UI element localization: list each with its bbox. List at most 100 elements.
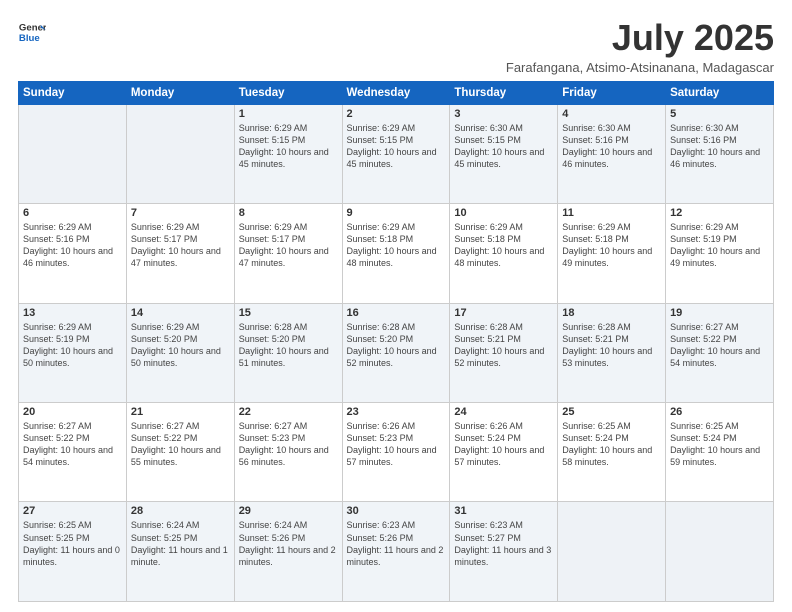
day-number: 14 bbox=[131, 307, 230, 319]
day-info: Sunrise: 6:29 AM Sunset: 5:15 PM Dayligh… bbox=[347, 122, 446, 171]
col-monday: Monday bbox=[126, 81, 234, 104]
day-number: 22 bbox=[239, 406, 338, 418]
day-info: Sunrise: 6:30 AM Sunset: 5:16 PM Dayligh… bbox=[670, 122, 769, 171]
day-info: Sunrise: 6:25 AM Sunset: 5:25 PM Dayligh… bbox=[23, 519, 122, 568]
day-info: Sunrise: 6:28 AM Sunset: 5:21 PM Dayligh… bbox=[454, 321, 553, 370]
table-row: 6 Sunrise: 6:29 AM Sunset: 5:16 PM Daylig… bbox=[19, 204, 127, 303]
calendar-week-row: 13Sunrise: 6:29 AM Sunset: 5:19 PM Dayli… bbox=[19, 303, 774, 402]
table-row: 7 Sunrise: 6:29 AM Sunset: 5:17 PM Daylig… bbox=[126, 204, 234, 303]
table-row: 5 Sunrise: 6:30 AM Sunset: 5:16 PM Daylig… bbox=[666, 104, 774, 203]
day-info: Sunrise: 6:29 AM Sunset: 5:15 PM Dayligh… bbox=[239, 122, 338, 171]
table-row: 8 Sunrise: 6:29 AM Sunset: 5:17 PM Daylig… bbox=[234, 204, 342, 303]
col-tuesday: Tuesday bbox=[234, 81, 342, 104]
day-number: 18 bbox=[562, 307, 661, 319]
logo-icon: General Blue bbox=[18, 18, 46, 46]
day-info: Sunrise: 6:25 AM Sunset: 5:24 PM Dayligh… bbox=[562, 420, 661, 469]
day-info: Sunrise: 6:29 AM Sunset: 5:16 PM Dayligh… bbox=[23, 221, 122, 270]
day-info: Sunrise: 6:29 AM Sunset: 5:18 PM Dayligh… bbox=[454, 221, 553, 270]
day-info: Sunrise: 6:29 AM Sunset: 5:18 PM Dayligh… bbox=[562, 221, 661, 270]
day-number: 9 bbox=[347, 207, 446, 219]
table-row: 13Sunrise: 6:29 AM Sunset: 5:19 PM Dayli… bbox=[19, 303, 127, 402]
day-info: Sunrise: 6:26 AM Sunset: 5:23 PM Dayligh… bbox=[347, 420, 446, 469]
calendar-week-row: 27Sunrise: 6:25 AM Sunset: 5:25 PM Dayli… bbox=[19, 502, 774, 602]
col-thursday: Thursday bbox=[450, 81, 558, 104]
day-number: 10 bbox=[454, 207, 553, 219]
day-number: 5 bbox=[670, 108, 769, 120]
day-info: Sunrise: 6:23 AM Sunset: 5:26 PM Dayligh… bbox=[347, 519, 446, 568]
table-row: 31Sunrise: 6:23 AM Sunset: 5:27 PM Dayli… bbox=[450, 502, 558, 602]
day-info: Sunrise: 6:29 AM Sunset: 5:19 PM Dayligh… bbox=[670, 221, 769, 270]
table-row: 26 Sunrise: 6:25 AM Sunset: 5:24 PM Dayli… bbox=[666, 403, 774, 502]
page: General Blue July 2025 Farafangana, Atsi… bbox=[0, 0, 792, 612]
day-info: Sunrise: 6:28 AM Sunset: 5:20 PM Dayligh… bbox=[347, 321, 446, 370]
day-number: 6 bbox=[23, 207, 122, 219]
day-number: 25 bbox=[562, 406, 661, 418]
day-number: 16 bbox=[347, 307, 446, 319]
day-number: 20 bbox=[23, 406, 122, 418]
table-row: 22 Sunrise: 6:27 AM Sunset: 5:23 PM Dayli… bbox=[234, 403, 342, 502]
day-info: Sunrise: 6:29 AM Sunset: 5:20 PM Dayligh… bbox=[131, 321, 230, 370]
col-wednesday: Wednesday bbox=[342, 81, 450, 104]
day-info: Sunrise: 6:30 AM Sunset: 5:16 PM Dayligh… bbox=[562, 122, 661, 171]
day-number: 23 bbox=[347, 406, 446, 418]
day-info: Sunrise: 6:23 AM Sunset: 5:27 PM Dayligh… bbox=[454, 519, 553, 568]
table-row: 29 Sunrise: 6:24 AM Sunset: 5:26 PM Dayli… bbox=[234, 502, 342, 602]
table-row: 12 Sunrise: 6:29 AM Sunset: 5:19 PM Dayli… bbox=[666, 204, 774, 303]
day-number: 12 bbox=[670, 207, 769, 219]
title-block: July 2025 Farafangana, Atsimo-Atsinanana… bbox=[506, 18, 774, 75]
day-info: Sunrise: 6:26 AM Sunset: 5:24 PM Dayligh… bbox=[454, 420, 553, 469]
table-row: 15Sunrise: 6:28 AM Sunset: 5:20 PM Dayli… bbox=[234, 303, 342, 402]
day-info: Sunrise: 6:29 AM Sunset: 5:17 PM Dayligh… bbox=[239, 221, 338, 270]
table-row: 14 Sunrise: 6:29 AM Sunset: 5:20 PM Dayli… bbox=[126, 303, 234, 402]
day-number: 19 bbox=[670, 307, 769, 319]
day-number: 8 bbox=[239, 207, 338, 219]
day-number: 24 bbox=[454, 406, 553, 418]
day-number: 11 bbox=[562, 207, 661, 219]
calendar-header-row: Sunday Monday Tuesday Wednesday Thursday… bbox=[19, 81, 774, 104]
day-info: Sunrise: 6:25 AM Sunset: 5:24 PM Dayligh… bbox=[670, 420, 769, 469]
table-row bbox=[666, 502, 774, 602]
day-number: 7 bbox=[131, 207, 230, 219]
day-info: Sunrise: 6:27 AM Sunset: 5:22 PM Dayligh… bbox=[23, 420, 122, 469]
day-info: Sunrise: 6:27 AM Sunset: 5:22 PM Dayligh… bbox=[670, 321, 769, 370]
day-number: 30 bbox=[347, 505, 446, 517]
day-number: 26 bbox=[670, 406, 769, 418]
day-number: 15 bbox=[239, 307, 338, 319]
day-number: 2 bbox=[347, 108, 446, 120]
table-row: 3Sunrise: 6:30 AM Sunset: 5:15 PM Daylig… bbox=[450, 104, 558, 203]
table-row: 1 Sunrise: 6:29 AM Sunset: 5:15 PM Daylig… bbox=[234, 104, 342, 203]
day-info: Sunrise: 6:27 AM Sunset: 5:23 PM Dayligh… bbox=[239, 420, 338, 469]
day-info: Sunrise: 6:28 AM Sunset: 5:21 PM Dayligh… bbox=[562, 321, 661, 370]
table-row: 23 Sunrise: 6:26 AM Sunset: 5:23 PM Dayli… bbox=[342, 403, 450, 502]
header: General Blue July 2025 Farafangana, Atsi… bbox=[18, 18, 774, 75]
day-number: 17 bbox=[454, 307, 553, 319]
col-sunday: Sunday bbox=[19, 81, 127, 104]
table-row: 24 Sunrise: 6:26 AM Sunset: 5:24 PM Dayli… bbox=[450, 403, 558, 502]
calendar-table: Sunday Monday Tuesday Wednesday Thursday… bbox=[18, 81, 774, 602]
col-friday: Friday bbox=[558, 81, 666, 104]
day-info: Sunrise: 6:29 AM Sunset: 5:18 PM Dayligh… bbox=[347, 221, 446, 270]
table-row: 9 Sunrise: 6:29 AM Sunset: 5:18 PM Daylig… bbox=[342, 204, 450, 303]
day-info: Sunrise: 6:29 AM Sunset: 5:17 PM Dayligh… bbox=[131, 221, 230, 270]
day-number: 29 bbox=[239, 505, 338, 517]
col-saturday: Saturday bbox=[666, 81, 774, 104]
table-row: 27Sunrise: 6:25 AM Sunset: 5:25 PM Dayli… bbox=[19, 502, 127, 602]
calendar-week-row: 6 Sunrise: 6:29 AM Sunset: 5:16 PM Daylig… bbox=[19, 204, 774, 303]
table-row: 30 Sunrise: 6:23 AM Sunset: 5:26 PM Dayli… bbox=[342, 502, 450, 602]
day-number: 1 bbox=[239, 108, 338, 120]
day-number: 3 bbox=[454, 108, 553, 120]
logo: General Blue bbox=[18, 18, 46, 46]
table-row: 10 Sunrise: 6:29 AM Sunset: 5:18 PM Dayli… bbox=[450, 204, 558, 303]
table-row: 2 Sunrise: 6:29 AM Sunset: 5:15 PM Daylig… bbox=[342, 104, 450, 203]
table-row: 18 Sunrise: 6:28 AM Sunset: 5:21 PM Dayli… bbox=[558, 303, 666, 402]
table-row bbox=[126, 104, 234, 203]
table-row: 21Sunrise: 6:27 AM Sunset: 5:22 PM Dayli… bbox=[126, 403, 234, 502]
table-row: 4 Sunrise: 6:30 AM Sunset: 5:16 PM Daylig… bbox=[558, 104, 666, 203]
table-row: 25 Sunrise: 6:25 AM Sunset: 5:24 PM Dayli… bbox=[558, 403, 666, 502]
day-number: 4 bbox=[562, 108, 661, 120]
svg-text:Blue: Blue bbox=[19, 33, 40, 44]
main-title: July 2025 bbox=[506, 18, 774, 58]
table-row bbox=[558, 502, 666, 602]
day-info: Sunrise: 6:24 AM Sunset: 5:26 PM Dayligh… bbox=[239, 519, 338, 568]
day-number: 21 bbox=[131, 406, 230, 418]
